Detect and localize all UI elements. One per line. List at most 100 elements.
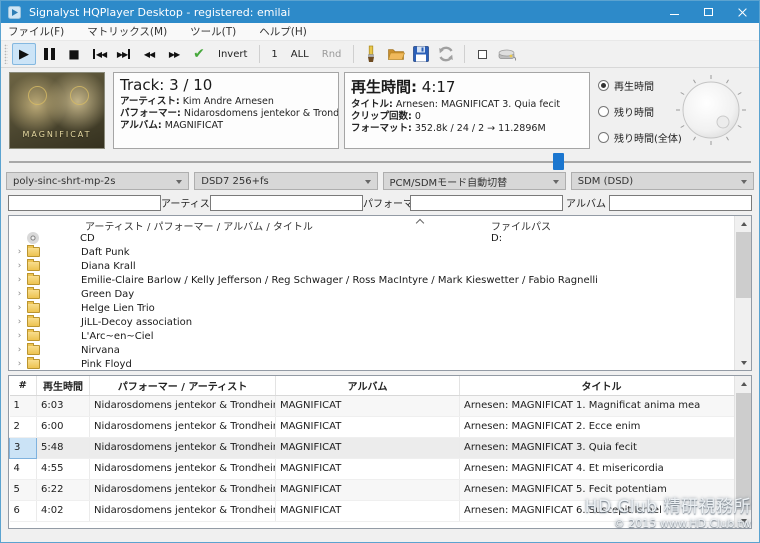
playlist-cell-num: 4 [9,458,37,480]
sort-ascending-icon [417,218,424,225]
rewind-button[interactable]: ◀◀ [137,43,161,65]
menu-item-2[interactable]: ツール(T) [190,22,245,41]
library-row[interactable]: › Nirvana [9,343,734,357]
playlist-cell-time: 4:02 [36,500,90,522]
triangle-down-icon [740,518,747,523]
expand-icon[interactable]: › [12,287,27,301]
library-row[interactable]: › Green Day [9,287,734,301]
repeat-one-button[interactable]: 1 [265,43,283,65]
library-row[interactable]: › Diana Krall [9,259,734,273]
library-row[interactable]: › L'Arc~en~Ciel [9,329,734,343]
playlist-row[interactable]: 16:03Nidarosdomens jentekor & TrondheimS… [9,395,744,417]
output-device-button[interactable] [495,43,519,65]
time-mode-option[interactable]: 残り時間 [598,104,682,119]
combo-shaper[interactable]: DSD7 256+fs [194,172,378,190]
stop-button[interactable]: ■ [62,43,86,65]
save-playlist-button[interactable] [409,43,433,65]
refresh-library-button[interactable] [434,43,458,65]
performer-filter-input[interactable] [410,194,563,211]
invert-button[interactable]: Invert [212,43,253,65]
previous-track-button[interactable]: ◀◀ [87,43,111,65]
library-row[interactable]: › Emilie-Claire Barlow / Kelly Jefferson … [9,273,734,287]
playlist-cell-title: Arnesen: MAGNIFICAT 3. Quia fecit [459,437,744,459]
mini-mode-button[interactable] [470,43,494,65]
playlist-row[interactable]: 64:02Nidarosdomens jentekor & TrondheimS… [9,500,744,522]
clear-playlist-button[interactable] [359,43,383,65]
radio-label: 再生時間 [614,82,654,93]
confirm-button[interactable]: ✔ [187,43,211,65]
artist-label: アーティスト: [120,96,180,107]
playlist-column-header[interactable]: タイトル [459,376,744,396]
close-button[interactable] [725,1,759,23]
expand-icon[interactable]: › [12,259,27,273]
open-file-button[interactable] [384,43,408,65]
playlist-column-header[interactable]: アルバム [275,376,460,396]
play-button[interactable]: ▶ [12,43,36,65]
combo-pcm-sdm-mode[interactable]: PCM/SDMモード自動切替 [382,172,566,190]
chevron-down-icon [364,180,371,184]
library-item-label: JiLL-Decoy association [81,316,193,328]
playlist-row[interactable]: 44:55Nidarosdomens jentekor & TrondheimS… [9,458,744,480]
playlist-column-header[interactable]: 再生時間 [36,376,90,396]
minimize-button[interactable] [657,1,691,23]
playlist-cell-time: 5:48 [36,437,90,459]
combo-filter[interactable]: poly-sinc-shrt-mp-2s [6,172,190,190]
volume-knob[interactable] [673,72,749,148]
expand-icon[interactable]: › [12,357,27,370]
maximize-button[interactable] [691,1,725,23]
random-button[interactable]: Rnd [316,43,348,65]
scroll-up-button[interactable] [735,216,751,231]
library-rows: CD D: › Daft Punk › Diana Krall › Emilie-Claire… [9,231,734,370]
playlist-scrollbar[interactable] [734,376,751,528]
fast-forward-button[interactable]: ▶▶ [162,43,186,65]
playlist-cell-performer: Nidarosdomens jentekor & TrondheimSolist… [89,395,276,417]
playlist-cell-album: MAGNIFICAT [275,416,460,438]
scroll-down-button[interactable] [735,513,751,528]
pause-button[interactable] [37,43,61,65]
next-track-button[interactable]: ▶▶ [112,43,136,65]
scrollbar-thumb[interactable] [736,393,751,510]
playlist-row[interactable]: 26:00Nidarosdomens jentekor & TrondheimS… [9,416,744,438]
playlist-row[interactable]: 35:48Nidarosdomens jentekor & TrondheimS… [9,436,744,459]
radio-icon [598,132,609,143]
seek-slider[interactable] [1,153,759,170]
library-header[interactable]: アーティスト / パフォーマー / アルバム / タイトル ファイルパス [9,216,751,233]
playlist-column-header[interactable]: # [9,376,37,396]
artist-filter-input[interactable] [210,194,363,211]
library-item-label: L'Arc~en~Ciel [81,330,154,342]
time-mode-option[interactable]: 残り時間(全体) [598,130,682,145]
library-item-label: Diana Krall [81,260,136,272]
library-row[interactable]: › JiLL-Decoy association [9,315,734,329]
expand-icon[interactable]: › [12,343,27,357]
playlist-row[interactable]: 56:22Nidarosdomens jentekor & TrondheimS… [9,479,744,501]
library-row[interactable]: CD D: [9,231,734,245]
format-line: フォーマット: 352.8k / 24 / 2 → 11.2896M [351,123,583,135]
time-mode-option[interactable]: 再生時間 [598,78,682,93]
expand-icon[interactable]: › [12,245,27,259]
scroll-down-button[interactable] [735,355,751,370]
scroll-up-button[interactable] [735,376,751,391]
search-input[interactable] [8,194,161,211]
playlist-column-header[interactable]: パフォーマー / アーティスト [89,376,276,396]
expand-icon[interactable]: › [12,301,27,315]
repeat-all-button[interactable]: ALL [285,43,315,65]
library-row[interactable]: › Pink Floyd [9,357,734,370]
expand-icon[interactable]: › [12,329,27,343]
toolbar-grip[interactable] [4,44,8,64]
artist-filter-label: アーティスト [161,199,220,210]
album-filter-input[interactable] [609,194,752,211]
expand-icon[interactable]: › [12,273,27,287]
menu-item-1[interactable]: マトリックス(M) [87,22,176,41]
scrollbar-thumb[interactable] [736,232,751,298]
artist-value: Kim Andre Arnesen [182,96,274,107]
playlist-cell-album: MAGNIFICAT [275,458,460,480]
menu-item-3[interactable]: ヘルプ(H) [259,22,316,41]
library-row[interactable]: › Daft Punk [9,245,734,259]
expand-icon[interactable]: › [12,315,27,329]
library-row[interactable]: › Helge Lien Trio [9,301,734,315]
library-scrollbar[interactable] [734,216,751,370]
track-info-panel: Track: 3 / 10 アーティスト: Kim Andre Arnesen … [113,72,339,149]
combo-output-mode[interactable]: SDM (DSD) [570,172,754,190]
menu-item-0[interactable]: ファイル(F) [8,22,73,41]
seek-handle[interactable] [553,153,564,170]
